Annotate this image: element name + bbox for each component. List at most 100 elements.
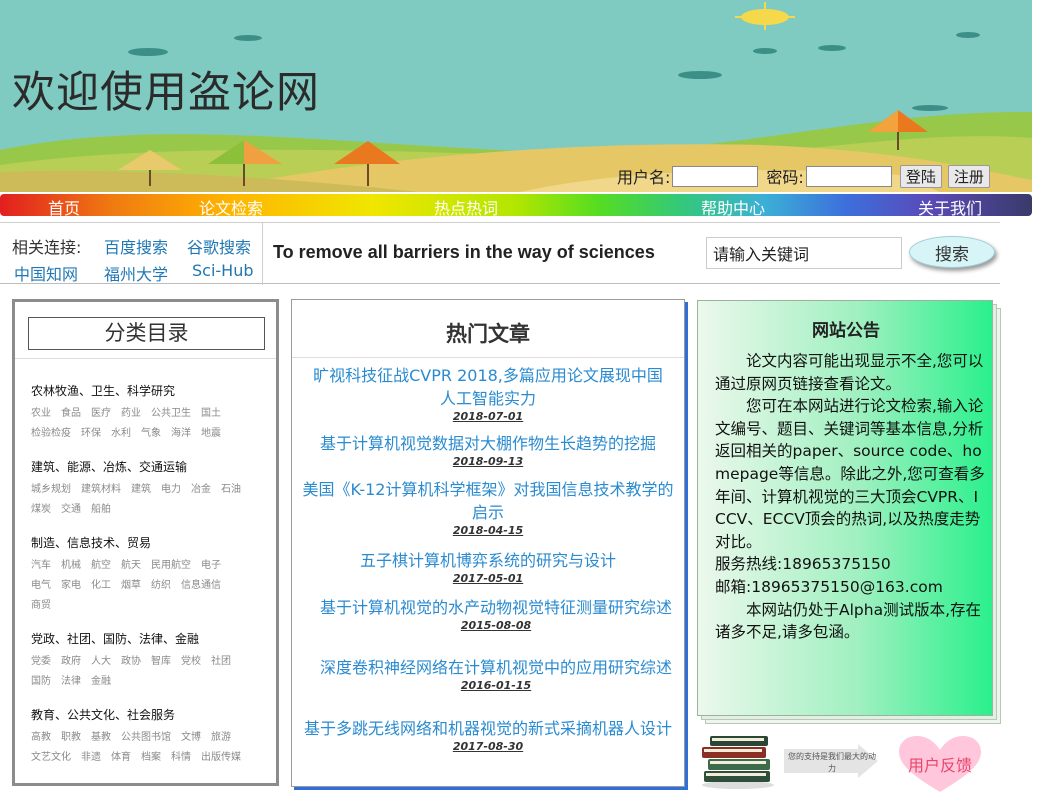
- category-item[interactable]: 国防: [31, 676, 51, 687]
- category-item[interactable]: 食品: [61, 408, 81, 419]
- category-item[interactable]: 出版传媒: [201, 752, 241, 763]
- category-item[interactable]: 法律: [61, 676, 81, 687]
- category-item[interactable]: 药业: [121, 408, 141, 419]
- category-item[interactable]: 非遗: [81, 752, 101, 763]
- category-item[interactable]: 船舶: [91, 504, 111, 515]
- login-form: 用户名: 密码: 登陆 注册: [617, 164, 996, 188]
- category-item[interactable]: 电气: [31, 580, 51, 591]
- nav-item-home[interactable]: 首页: [48, 195, 80, 219]
- category-item[interactable]: 检验检疫: [31, 428, 71, 439]
- nav-item-about[interactable]: 关于我们: [918, 195, 982, 219]
- category-item[interactable]: 文博: [181, 732, 201, 743]
- category-item[interactable]: 基教: [91, 732, 111, 743]
- category-item[interactable]: 建筑材料: [81, 484, 121, 495]
- article-title[interactable]: 基于计算机视觉数据对大棚作物生长趋势的挖掘: [296, 432, 680, 455]
- search-input[interactable]: [706, 237, 902, 269]
- search-button[interactable]: 搜索: [909, 236, 995, 268]
- category-item[interactable]: 科情: [171, 752, 191, 763]
- category-item[interactable]: 地震: [201, 428, 221, 439]
- category-item[interactable]: 政府: [61, 656, 81, 667]
- category-item[interactable]: 石油: [221, 484, 241, 495]
- login-button[interactable]: 登陆: [899, 164, 942, 188]
- category-item[interactable]: 人大: [91, 656, 111, 667]
- category-item[interactable]: 智库: [151, 656, 171, 667]
- category-item[interactable]: 农业: [31, 408, 51, 419]
- notice-paragraph: 本网站仍处于Alpha测试版本,存在诸多不足,请多包涵。: [715, 600, 981, 642]
- username-input[interactable]: [672, 165, 759, 187]
- category-item[interactable]: 水利: [111, 428, 131, 439]
- article-title[interactable]: 基于多跳无线网络和机器视觉的新式采摘机器人设计: [296, 717, 680, 740]
- link-baidu[interactable]: 百度搜索: [104, 234, 168, 258]
- category-item[interactable]: 商贸: [31, 600, 51, 611]
- hot-articles-title: 热门文章: [446, 322, 530, 346]
- category-item[interactable]: 公共图书馆: [121, 732, 171, 743]
- category-item[interactable]: 国土: [201, 408, 221, 419]
- category-item[interactable]: 海洋: [171, 428, 191, 439]
- category-item[interactable]: 汽车: [31, 560, 51, 571]
- category-item[interactable]: 化工: [91, 580, 111, 591]
- category-item[interactable]: 煤炭: [31, 504, 51, 515]
- category-item[interactable]: 航空: [91, 560, 111, 571]
- category-item[interactable]: 职教: [61, 732, 81, 743]
- category-item[interactable]: 医疗: [91, 408, 111, 419]
- password-input[interactable]: [805, 165, 892, 187]
- link-scihub[interactable]: Sci-Hub: [192, 261, 254, 280]
- link-fzu[interactable]: 福州大学: [104, 261, 168, 285]
- divider: [15, 358, 276, 359]
- category-heading: 制造、信息技术、贸易: [31, 536, 152, 550]
- category-item[interactable]: 文艺文化: [31, 752, 71, 763]
- category-item[interactable]: 气象: [141, 428, 161, 439]
- password-label: 密码:: [766, 168, 804, 187]
- category-item[interactable]: 旅游: [211, 732, 231, 743]
- category-item[interactable]: 家电: [61, 580, 81, 591]
- article-title[interactable]: 深度卷积神经网络在计算机视觉中的应用研究综述: [316, 656, 676, 679]
- category-item[interactable]: 民用航空: [151, 560, 191, 571]
- category-item[interactable]: 金融: [91, 676, 111, 687]
- category-item[interactable]: 体育: [111, 752, 131, 763]
- article-item: 五子棋计算机博弈系统的研究与设计 2017-05-01: [296, 549, 680, 585]
- category-item[interactable]: 航天: [121, 560, 141, 571]
- category-item[interactable]: 交通: [61, 504, 81, 515]
- article-item: 基于计算机视觉的水产动物视觉特征测量研究综述 2015-08-08: [296, 596, 680, 632]
- support-text: 您的支持是我们最大的动力: [788, 752, 876, 773]
- article-title[interactable]: 美国《K-12计算机科学框架》对我国信息技术教学的启示: [296, 478, 680, 524]
- notice-hotline: 服务热线:18965375150: [715, 555, 891, 574]
- category-panel: 分类目录 农林牧渔、卫生、科学研究 农业 食品 医疗 药业 公共卫生 国土 检验检疫 环保水…: [12, 299, 279, 786]
- category-item[interactable]: 信息通信: [181, 580, 221, 591]
- article-title[interactable]: 基于计算机视觉的水产动物视觉特征测量研究综述: [316, 596, 676, 619]
- username-label: 用户名:: [617, 168, 671, 187]
- category-item[interactable]: 城乡规划: [31, 484, 71, 495]
- category-item[interactable]: 机械: [61, 560, 81, 571]
- article-item: 基于计算机视觉数据对大棚作物生长趋势的挖掘 2018-09-13: [296, 432, 680, 468]
- slogan: To remove all barriers in the way of sci…: [273, 242, 655, 262]
- related-links-label: 相关连接:: [12, 238, 82, 257]
- nav-item-paper-search[interactable]: 论文检索: [199, 195, 263, 219]
- nav-item-help[interactable]: 帮助中心: [701, 195, 765, 219]
- category-heading: 教育、公共文化、社会服务: [31, 708, 176, 722]
- feedback-button[interactable]: 用户反馈: [897, 752, 983, 776]
- category-group: 教育、公共文化、社会服务 高教 职教 基教 公共图书馆 文博 旅游 文艺文化 非遗 体育 档案科…: [31, 706, 269, 768]
- link-google[interactable]: 谷歌搜索: [187, 234, 251, 258]
- category-group: 建筑、能源、冶炼、交通运输 城乡规划 建筑材料 建筑 电力 冶金 石油 煤炭 交通 船舶: [31, 458, 269, 520]
- category-item[interactable]: 政协: [121, 656, 141, 667]
- category-item[interactable]: 电子: [201, 560, 221, 571]
- category-item[interactable]: 高教: [31, 732, 51, 743]
- link-cnki[interactable]: 中国知网: [14, 261, 78, 285]
- nav-item-hot-words[interactable]: 热点热词: [434, 195, 498, 219]
- article-title[interactable]: 旷视科技征战CVPR 2018,多篇应用论文展现中国人工智能实力: [308, 364, 668, 410]
- category-item[interactable]: 档案: [141, 752, 161, 763]
- category-item[interactable]: 党委: [31, 656, 51, 667]
- category-item[interactable]: 社团: [211, 656, 231, 667]
- category-item[interactable]: 环保: [81, 428, 101, 439]
- category-item[interactable]: 纺织: [151, 580, 171, 591]
- article-date: 2016-01-15: [460, 679, 532, 692]
- category-item[interactable]: 党校: [181, 656, 201, 667]
- category-item[interactable]: 建筑: [131, 484, 151, 495]
- article-date: 2018-04-15: [452, 524, 524, 537]
- category-item[interactable]: 公共卫生: [151, 408, 191, 419]
- category-item[interactable]: 烟草: [121, 580, 141, 591]
- category-item[interactable]: 冶金: [191, 484, 211, 495]
- register-button[interactable]: 注册: [947, 164, 990, 188]
- category-item[interactable]: 电力: [161, 484, 181, 495]
- article-title[interactable]: 五子棋计算机博弈系统的研究与设计: [296, 549, 680, 572]
